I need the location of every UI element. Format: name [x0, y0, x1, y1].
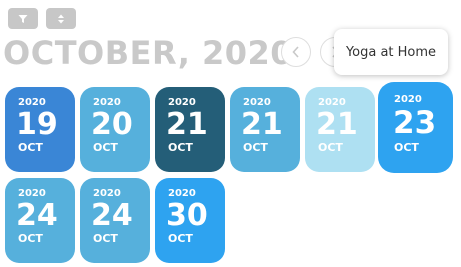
date-card[interactable]: 2020 21 OCT — [155, 87, 225, 172]
date-card[interactable]: 2020 24 OCT — [5, 178, 75, 263]
date-month: OCT — [168, 141, 193, 154]
date-card[interactable]: 2020 20 OCT — [80, 87, 150, 172]
previous-month-button[interactable] — [281, 37, 311, 67]
date-month: OCT — [18, 141, 43, 154]
date-day: 20 — [91, 107, 133, 142]
sort-icon — [58, 14, 64, 23]
date-month: OCT — [18, 232, 43, 245]
date-day: 21 — [241, 107, 283, 142]
date-card[interactable]: 2020 21 OCT — [230, 87, 300, 172]
date-month: OCT — [318, 141, 343, 154]
date-day: 19 — [16, 107, 58, 142]
date-day: 23 — [393, 105, 437, 141]
date-card[interactable]: 2020 19 OCT — [5, 87, 75, 172]
toolbar — [8, 8, 76, 29]
date-day: 24 — [91, 198, 133, 233]
date-month: OCT — [394, 141, 419, 154]
date-month: OCT — [168, 232, 193, 245]
date-day: 21 — [316, 107, 358, 142]
date-day: 21 — [166, 107, 208, 142]
date-day: 24 — [16, 198, 58, 233]
month-title: OCTOBER, 2020 — [3, 34, 294, 72]
date-card[interactable]: 2020 30 OCT — [155, 178, 225, 263]
events-calendar: OCTOBER, 2020 Yoga at Home 2020 19 OCT 2… — [0, 0, 461, 267]
date-day: 30 — [166, 198, 208, 233]
event-tooltip: Yoga at Home — [334, 29, 448, 75]
date-month: OCT — [243, 141, 268, 154]
filter-icon — [18, 14, 28, 23]
date-card[interactable]: 2020 21 OCT — [305, 87, 375, 172]
sort-button[interactable] — [46, 8, 76, 29]
date-card[interactable]: 2020 24 OCT — [80, 178, 150, 263]
chevron-left-icon — [292, 46, 299, 58]
date-card-selected[interactable]: 2020 23 OCT — [378, 82, 453, 173]
date-month: OCT — [93, 141, 118, 154]
filter-button[interactable] — [8, 8, 38, 29]
date-month: OCT — [93, 232, 118, 245]
